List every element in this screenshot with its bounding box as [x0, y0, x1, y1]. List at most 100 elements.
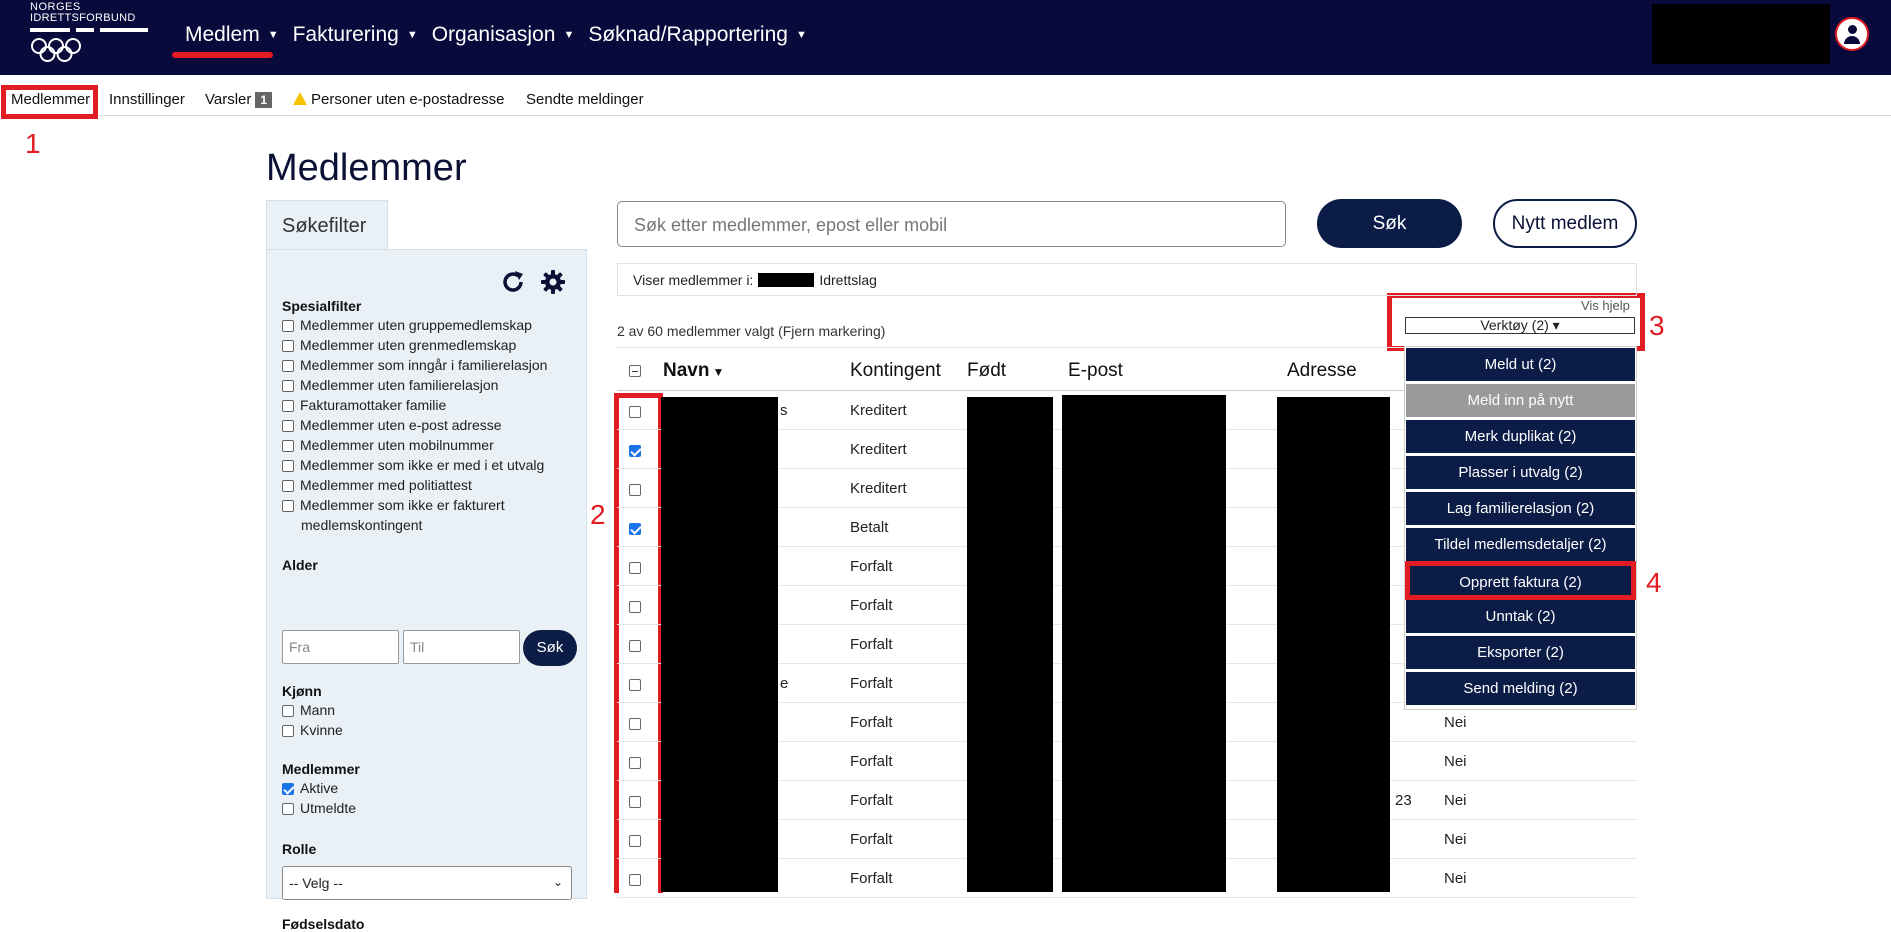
- special-filter-1[interactable]: Medlemmer uten gruppemedlemskap: [282, 317, 532, 333]
- special-filter-4[interactable]: Medlemmer uten familierelasjon: [282, 377, 498, 393]
- row-checkbox[interactable]: [629, 640, 641, 652]
- col-fodt[interactable]: Født: [967, 360, 1006, 382]
- special-filter-9[interactable]: Medlemmer med politiattest: [282, 477, 472, 493]
- checkbox[interactable]: [282, 340, 294, 352]
- sort-desc-icon: ▼: [712, 365, 725, 379]
- row-checkbox[interactable]: [629, 601, 641, 613]
- tools-dropdown-button[interactable]: Verktøy (2) ▾: [1405, 317, 1635, 334]
- member-search-input[interactable]: Søk etter medlemmer, epost eller mobil: [617, 201, 1286, 247]
- row-checkbox[interactable]: [629, 484, 641, 496]
- checkbox[interactable]: [282, 460, 294, 472]
- special-filter-7[interactable]: Medlemmer uten mobilnummer: [282, 437, 494, 453]
- olympic-rings-icon: [31, 38, 81, 62]
- col-navn[interactable]: Navn ▼: [663, 360, 724, 382]
- new-member-button[interactable]: Nytt medlem: [1493, 199, 1637, 248]
- checkbox[interactable]: [282, 420, 294, 432]
- tools-menu-item[interactable]: Eksporter (2): [1406, 636, 1635, 669]
- col-epost[interactable]: E-post: [1068, 360, 1123, 382]
- nav-soknad[interactable]: Søknad/Rapportering ▼: [588, 20, 807, 50]
- gender-male[interactable]: Mann: [282, 702, 335, 718]
- role-select[interactable]: -- Velg -- ⌄: [282, 866, 572, 900]
- annotation-box-1: [1, 85, 98, 119]
- birthdate-title: Fødselsdato: [282, 916, 365, 932]
- row-checkbox-checked[interactable]: [629, 445, 641, 457]
- kontingent-cell: Forfalt: [850, 636, 893, 653]
- tools-menu-item[interactable]: Merk duplikat (2): [1406, 420, 1635, 453]
- checkbox[interactable]: [282, 380, 294, 392]
- subnav-sendte-meldinger[interactable]: Sendte meldinger: [526, 91, 644, 108]
- tools-menu-item[interactable]: Plasser i utvalg (2): [1406, 456, 1635, 489]
- members-resigned-label: Utmeldte: [300, 800, 357, 816]
- tools-menu-item[interactable]: Unntak (2): [1406, 600, 1635, 633]
- row-checkbox[interactable]: [629, 796, 641, 808]
- checkbox[interactable]: [282, 320, 294, 332]
- nif-logo[interactable]: NORGES IDRETTSFORBUND: [28, 0, 154, 66]
- special-filter-label: Medlemmer uten mobilnummer: [300, 437, 494, 453]
- special-filter-6[interactable]: Medlemmer uten e-post adresse: [282, 417, 502, 433]
- special-filter-5[interactable]: Fakturamottaker familie: [282, 397, 446, 413]
- checkbox[interactable]: [282, 803, 294, 815]
- age-to-input[interactable]: Til: [403, 630, 520, 664]
- row-checkbox[interactable]: [629, 874, 641, 886]
- tools-menu-item: Meld inn på nytt: [1406, 384, 1635, 417]
- age-search-button[interactable]: Søk: [523, 630, 577, 666]
- tab-sokefilter[interactable]: Søkefilter: [266, 200, 388, 250]
- special-filter-3[interactable]: Medlemmer som inngår i familierelasjon: [282, 357, 547, 373]
- special-filter-10-cont: medlemskontingent: [301, 517, 422, 533]
- special-filter-2[interactable]: Medlemmer uten grenmedlemskap: [282, 337, 516, 353]
- annotation-number-3: 3: [1649, 310, 1665, 341]
- special-filter-label: Medlemmer uten familierelasjon: [300, 377, 499, 393]
- checkbox[interactable]: [282, 440, 294, 452]
- select-all-checkbox[interactable]: [629, 365, 641, 377]
- row-checkbox-checked[interactable]: [629, 523, 641, 535]
- gear-icon[interactable]: [539, 268, 567, 296]
- top-navbar: NORGES IDRETTSFORBUND Medlem ▼ Faktureri…: [0, 0, 1891, 75]
- subnav-personer-uten-epost[interactable]: Personer uten e-postadresse: [293, 91, 504, 108]
- tools-menu-item[interactable]: Send melding (2): [1406, 672, 1635, 705]
- user-profile-icon[interactable]: [1835, 17, 1869, 51]
- help-link[interactable]: Vis hjelp: [1581, 298, 1630, 313]
- search-button[interactable]: Søk: [1317, 199, 1462, 248]
- age-from-input[interactable]: Fra: [282, 630, 399, 664]
- members-active[interactable]: Aktive: [282, 780, 338, 796]
- nav-organisasjon[interactable]: Organisasjon ▼: [432, 20, 575, 50]
- special-filter-10[interactable]: Medlemmer som ikke er fakturert: [282, 497, 505, 513]
- varsler-count-badge: 1: [255, 92, 273, 108]
- kontingent-cell: Forfalt: [850, 597, 893, 614]
- row-checkbox[interactable]: [629, 562, 641, 574]
- tools-menu-item[interactable]: Lag familierelasjon (2): [1406, 492, 1635, 525]
- checkbox[interactable]: [282, 500, 294, 512]
- selected-count-text[interactable]: 2 av 60 medlemmer valgt (Fjern markering…: [617, 323, 885, 339]
- logo-stripe: [30, 28, 70, 32]
- annotation-number-2: 2: [590, 499, 606, 530]
- checkbox[interactable]: [282, 360, 294, 372]
- checkbox[interactable]: [282, 705, 294, 717]
- row-checkbox[interactable]: [629, 718, 641, 730]
- tools-menu-item[interactable]: Tildel medlemsdetaljer (2): [1406, 528, 1635, 561]
- nav-medlem-label: Medlem: [185, 23, 260, 46]
- row-checkbox[interactable]: [629, 757, 641, 769]
- checkbox-checked[interactable]: [282, 783, 294, 795]
- row-checkbox[interactable]: [629, 679, 641, 691]
- subnav-varsler[interactable]: Varsler 1: [205, 91, 273, 108]
- row-checkbox[interactable]: [629, 835, 641, 847]
- checkbox[interactable]: [282, 480, 294, 492]
- col-kontingent[interactable]: Kontingent: [850, 360, 941, 382]
- address-cell-tail: 23: [1395, 792, 1412, 809]
- nav-medlem[interactable]: Medlem ▼: [172, 20, 279, 58]
- redacted-names: [661, 397, 778, 892]
- redacted-emails: [1062, 395, 1226, 892]
- col-adresse[interactable]: Adresse: [1287, 360, 1357, 382]
- redacted-org-name: [1652, 4, 1830, 64]
- gender-female[interactable]: Kvinne: [282, 722, 343, 738]
- checkbox[interactable]: [282, 400, 294, 412]
- showing-prefix: Viser medlemmer i:: [633, 272, 754, 288]
- checkbox[interactable]: [282, 725, 294, 737]
- row-checkbox[interactable]: [629, 406, 641, 418]
- nav-fakturering[interactable]: Fakturering ▼: [293, 20, 418, 50]
- subnav-innstillinger[interactable]: Innstillinger: [109, 91, 185, 108]
- tools-menu-item[interactable]: Meld ut (2): [1406, 348, 1635, 381]
- members-resigned[interactable]: Utmeldte: [282, 800, 356, 816]
- special-filter-8[interactable]: Medlemmer som ikke er med i et utvalg: [282, 457, 544, 473]
- refresh-icon[interactable]: [499, 268, 527, 296]
